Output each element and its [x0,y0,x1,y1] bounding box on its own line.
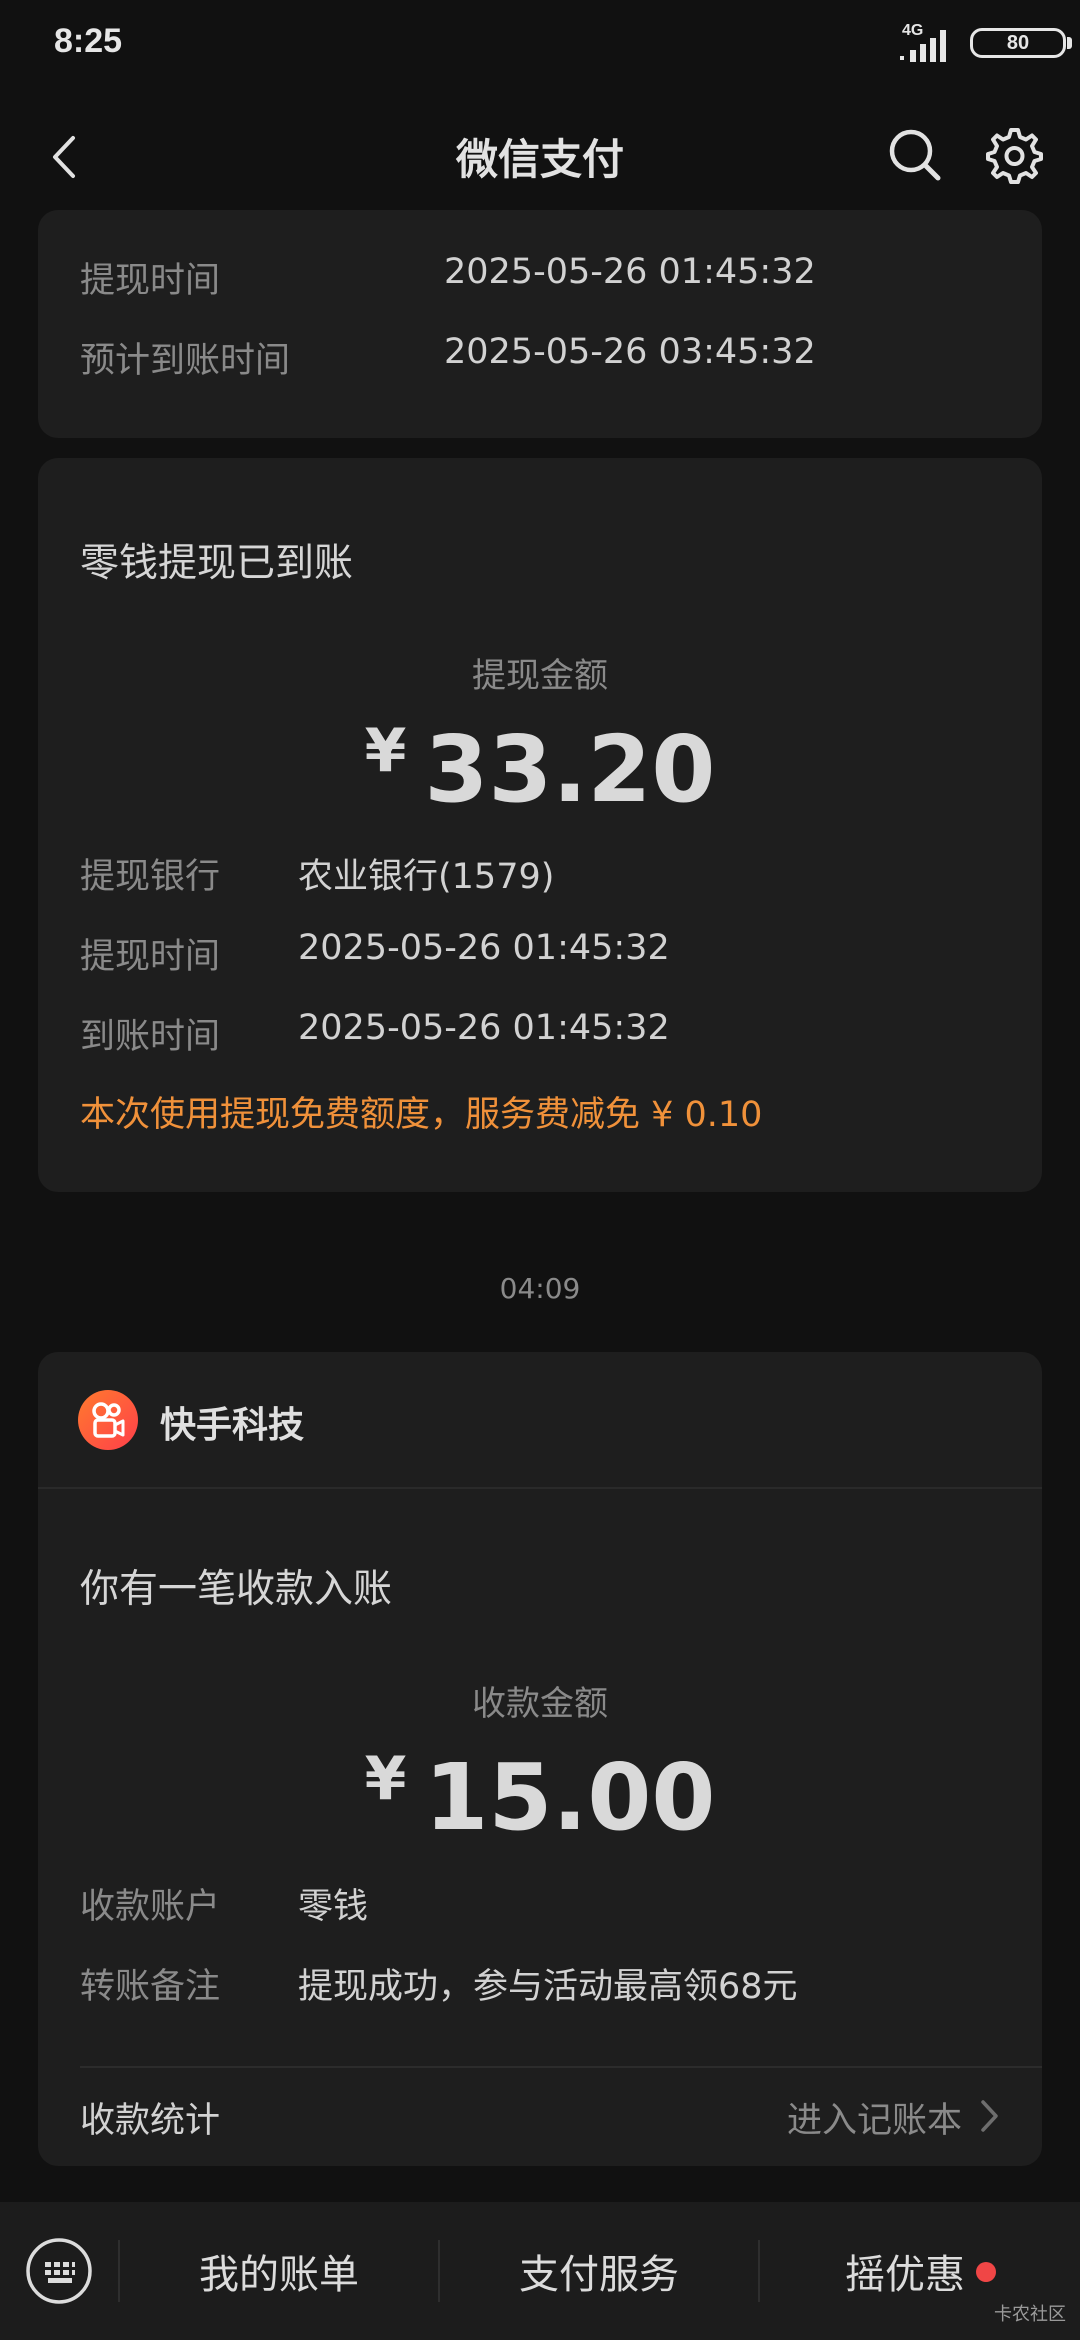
amount-number: 33.20 [424,716,716,823]
row-label: 提现银行 [80,857,221,897]
signal-icon [900,30,946,62]
row-value: 2025-05-26 01:45:32 [298,928,670,968]
status-bar: 8:25 4G 80 [0,0,1080,96]
row-label: 转账备注 [80,1967,221,2007]
back-button[interactable] [30,122,100,192]
row-value: 2025-05-26 01:45:32 [444,252,816,292]
income-card[interactable]: 快手科技 你有一笔收款入账 收款金额 ¥15.00 收款账户 零钱 转账备注 提… [38,1352,1042,2166]
search-icon[interactable] [880,120,950,190]
notification-dot [976,2262,996,2282]
amount-value: ¥15.00 [38,1744,1042,1851]
status-time: 8:25 [54,22,123,60]
row-label: 预计到账时间 [80,341,291,381]
merchant-name: 快手科技 [160,1405,305,1446]
row-label: 提现时间 [80,937,221,977]
row-label: 收款账户 [80,1887,221,1927]
amount-label: 收款金额 [472,1684,608,1724]
currency-symbol: ¥ [364,1744,407,1814]
card-title: 你有一笔收款入账 [80,1567,393,1612]
row-value: 提现成功，参与活动最高领68元 [298,1967,798,2007]
watermark: 卡农社区 [994,2304,1066,2325]
card-title: 零钱提现已到账 [80,541,354,586]
row-value: 2025-05-26 01:45:32 [298,1008,670,1048]
withdraw-complete-card[interactable]: 零钱提现已到账 提现金额 ¥33.20 提现银行 农业银行(1579) 提现时间… [38,458,1042,1192]
back-icon [53,136,75,178]
ledger-link[interactable]: 进入记账本 [787,2092,962,2143]
battery-icon: 80 [970,28,1066,58]
message-timestamp: 04:09 [499,1272,581,1305]
divider [38,1487,1042,1489]
amount-label: 提现金额 [472,656,608,696]
tab-my-bills[interactable]: 我的账单 [120,2202,438,2340]
divider [80,2066,1042,2068]
page-title: 微信支付 [455,135,624,184]
battery-indicator: 80 [970,28,1076,62]
keyboard-icon[interactable] [24,2236,94,2306]
row-value: 2025-05-26 03:45:32 [444,332,816,372]
tab-payment-services[interactable]: 支付服务 [440,2202,758,2340]
row-label: 提现时间 [80,261,221,301]
row-value: 零钱 [298,1887,369,1927]
battery-level: 80 [1006,31,1030,54]
bottom-menu-bar: 我的账单 支付服务 摇优惠 卡农社区 [0,2202,1080,2340]
income-stats-label: 收款统计 [80,2101,221,2141]
chevron-right-icon[interactable] [974,2096,1004,2136]
row-value: 农业银行(1579) [298,857,555,897]
currency-symbol: ¥ [364,716,407,786]
camera-icon [92,1402,125,1438]
amount-value: ¥33.20 [38,716,1042,823]
kuaishou-logo-icon [78,1390,138,1450]
nav-bar: 微信支付 [0,96,1080,218]
row-label: 到账时间 [80,1017,221,1057]
amount-number: 15.00 [424,1744,716,1851]
fee-waiver-notice: 本次使用提现免费额度，服务费减免 ¥ 0.10 [80,1095,763,1135]
gear-icon[interactable] [978,120,1048,190]
withdraw-progress-card: 提现时间 2025-05-26 01:45:32 预计到账时间 2025-05-… [38,210,1042,438]
battery-tip [1067,37,1072,49]
